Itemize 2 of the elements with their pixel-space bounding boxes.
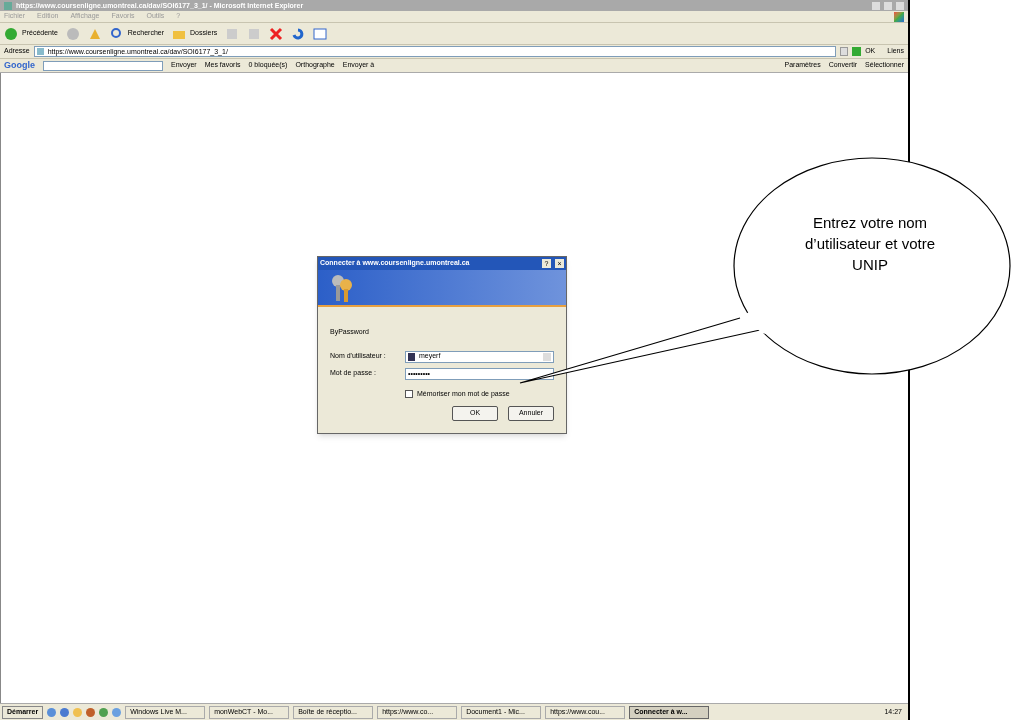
callout-text: Entrez votre nom d’utilisateur et votre UNIP [803, 213, 937, 275]
google-logo: Google [4, 58, 35, 72]
